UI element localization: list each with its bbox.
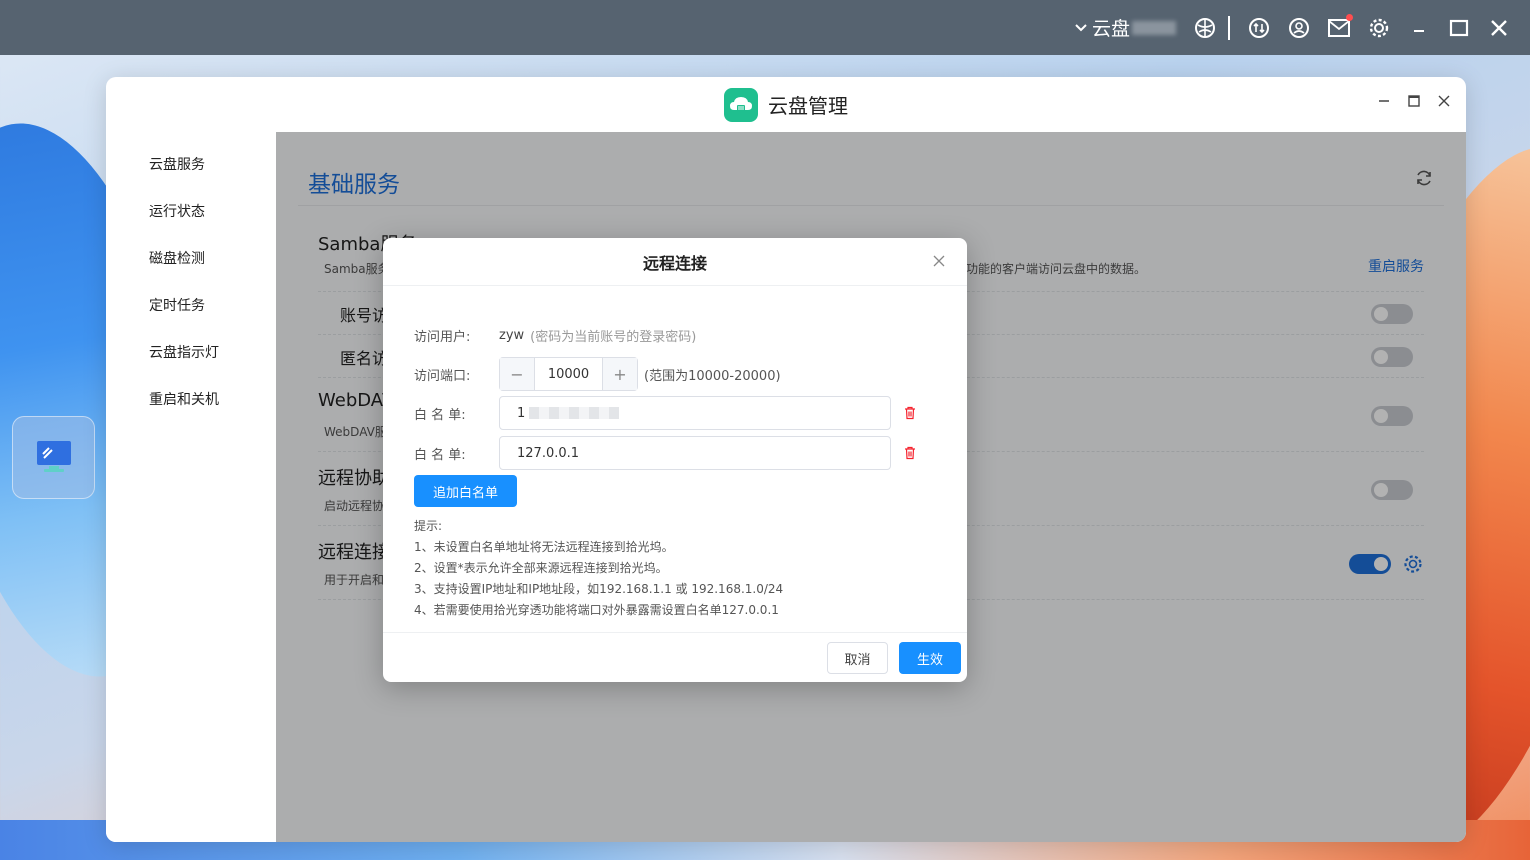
access-user-hint: (密码为当前账号的登录密码) — [530, 330, 697, 345]
close-button[interactable] — [1488, 17, 1510, 39]
port-input[interactable]: 10000 — [534, 358, 603, 390]
delete-whitelist-2-icon[interactable] — [903, 446, 917, 460]
gear-icon — [1368, 17, 1390, 39]
window-close-icon[interactable] — [1436, 93, 1452, 109]
tip-item: 3、支持设置IP地址和IP地址段，如192.168.1.1 或 192.168.… — [414, 582, 784, 596]
mail-icon — [1328, 13, 1353, 39]
sidebar-item-scheduled-tasks[interactable]: 定时任务 — [106, 283, 276, 330]
delete-whitelist-1-icon[interactable] — [903, 406, 917, 420]
port-stepper: − 10000 + — [499, 357, 638, 391]
window-title: 云盘管理 — [768, 94, 848, 118]
access-port-label: 访问端口: — [414, 368, 471, 384]
port-increment-button[interactable]: + — [603, 358, 637, 390]
add-whitelist-button[interactable]: 追加白名单 — [414, 475, 517, 507]
user-name: 云盘 — [1091, 18, 1130, 40]
access-user-label: 访问用户: — [414, 330, 471, 345]
arrows-icon — [1248, 17, 1270, 39]
whitelist-label: 白 名 单: — [414, 447, 466, 463]
tips-block: 提示: 1、未设置白名单地址将无法远程连接到拾光坞。 2、设置*表示允许全部来源… — [414, 516, 783, 621]
access-user-value: zyw — [499, 328, 525, 343]
minimize-icon — [1408, 17, 1430, 39]
whitelist-value-1: 1 — [517, 405, 526, 421]
system-topbar: 云盘 — [0, 0, 1530, 55]
cancel-button[interactable]: 取消 — [827, 642, 888, 674]
apply-button[interactable]: 生效 — [899, 642, 961, 674]
sidebar-item-disk-check[interactable]: 磁盘检测 — [106, 236, 276, 283]
port-decrement-button[interactable]: − — [500, 358, 534, 390]
chevron-down-icon — [1070, 17, 1092, 39]
sidebar: 云盘服务 运行状态 磁盘检测 定时任务 云盘指示灯 重启和关机 — [106, 132, 276, 842]
remote-connect-dialog: 远程连接 访问用户: zyw (密码为当前账号的登录密码) 访问端口: − 10… — [383, 238, 967, 682]
network-icon — [1194, 17, 1216, 39]
transfer-button[interactable] — [1248, 17, 1270, 39]
tips-title: 提示: — [414, 519, 443, 533]
whitelist-row-2: 白 名 单: 127.0.0.1 — [414, 436, 917, 470]
tip-item: 2、设置*表示允许全部来源远程连接到拾光坞。 — [414, 561, 668, 575]
maximize-button[interactable] — [1448, 17, 1470, 39]
messages-button[interactable] — [1328, 13, 1353, 39]
window-titlebar: 云盘管理 — [106, 77, 1466, 132]
user-menu[interactable]: 云盘 — [1070, 14, 1176, 41]
sidebar-item-cloud-service[interactable]: 云盘服务 — [106, 142, 276, 189]
user-circle-icon — [1288, 17, 1310, 39]
whitelist-row-1: 白 名 单: 1 — [414, 396, 917, 430]
cloud-drive-icon — [724, 87, 758, 122]
network-button[interactable] — [1194, 17, 1216, 39]
dock-app-icon[interactable] — [12, 416, 95, 499]
whitelist-value-redacted — [529, 407, 620, 419]
access-user-row: 访问用户: zyw (密码为当前账号的登录密码) — [414, 326, 696, 345]
close-icon — [1488, 17, 1510, 39]
dialog-footer-divider — [383, 632, 967, 633]
dialog-header: 远程连接 — [383, 238, 967, 286]
sidebar-item-run-status[interactable]: 运行状态 — [106, 189, 276, 236]
dialog-close-icon[interactable] — [933, 252, 945, 271]
whitelist-input-2[interactable]: 127.0.0.1 — [499, 436, 891, 470]
window-maximize-icon[interactable] — [1406, 93, 1422, 109]
tip-item: 1、未设置白名单地址将无法远程连接到拾光坞。 — [414, 540, 674, 554]
sidebar-item-restart-shutdown[interactable]: 重启和关机 — [106, 377, 276, 424]
whitelist-input-1[interactable]: 1 — [499, 396, 891, 430]
window-minimize-icon[interactable] — [1376, 93, 1392, 109]
minimize-button[interactable] — [1408, 17, 1430, 39]
whitelist-value-2: 127.0.0.1 — [517, 445, 580, 461]
access-port-row: 访问端口: − 10000 + (范围为10000-20000) — [414, 357, 781, 391]
whitelist-label: 白 名 单: — [414, 407, 466, 423]
port-range-hint: (范围为10000-20000) — [644, 368, 781, 384]
window-controls — [1376, 93, 1452, 109]
monitor-icon — [34, 436, 74, 480]
account-button[interactable] — [1288, 17, 1310, 39]
tip-item: 4、若需要使用拾光穿透功能将端口对外暴露需设置白名单127.0.0.1 — [414, 603, 779, 617]
user-name-redacted — [1132, 20, 1176, 35]
topbar-divider — [1228, 15, 1230, 40]
settings-button[interactable] — [1368, 17, 1390, 39]
dialog-title: 远程连接 — [642, 253, 707, 273]
sidebar-item-indicator-light[interactable]: 云盘指示灯 — [106, 330, 276, 377]
maximize-icon — [1448, 17, 1470, 39]
